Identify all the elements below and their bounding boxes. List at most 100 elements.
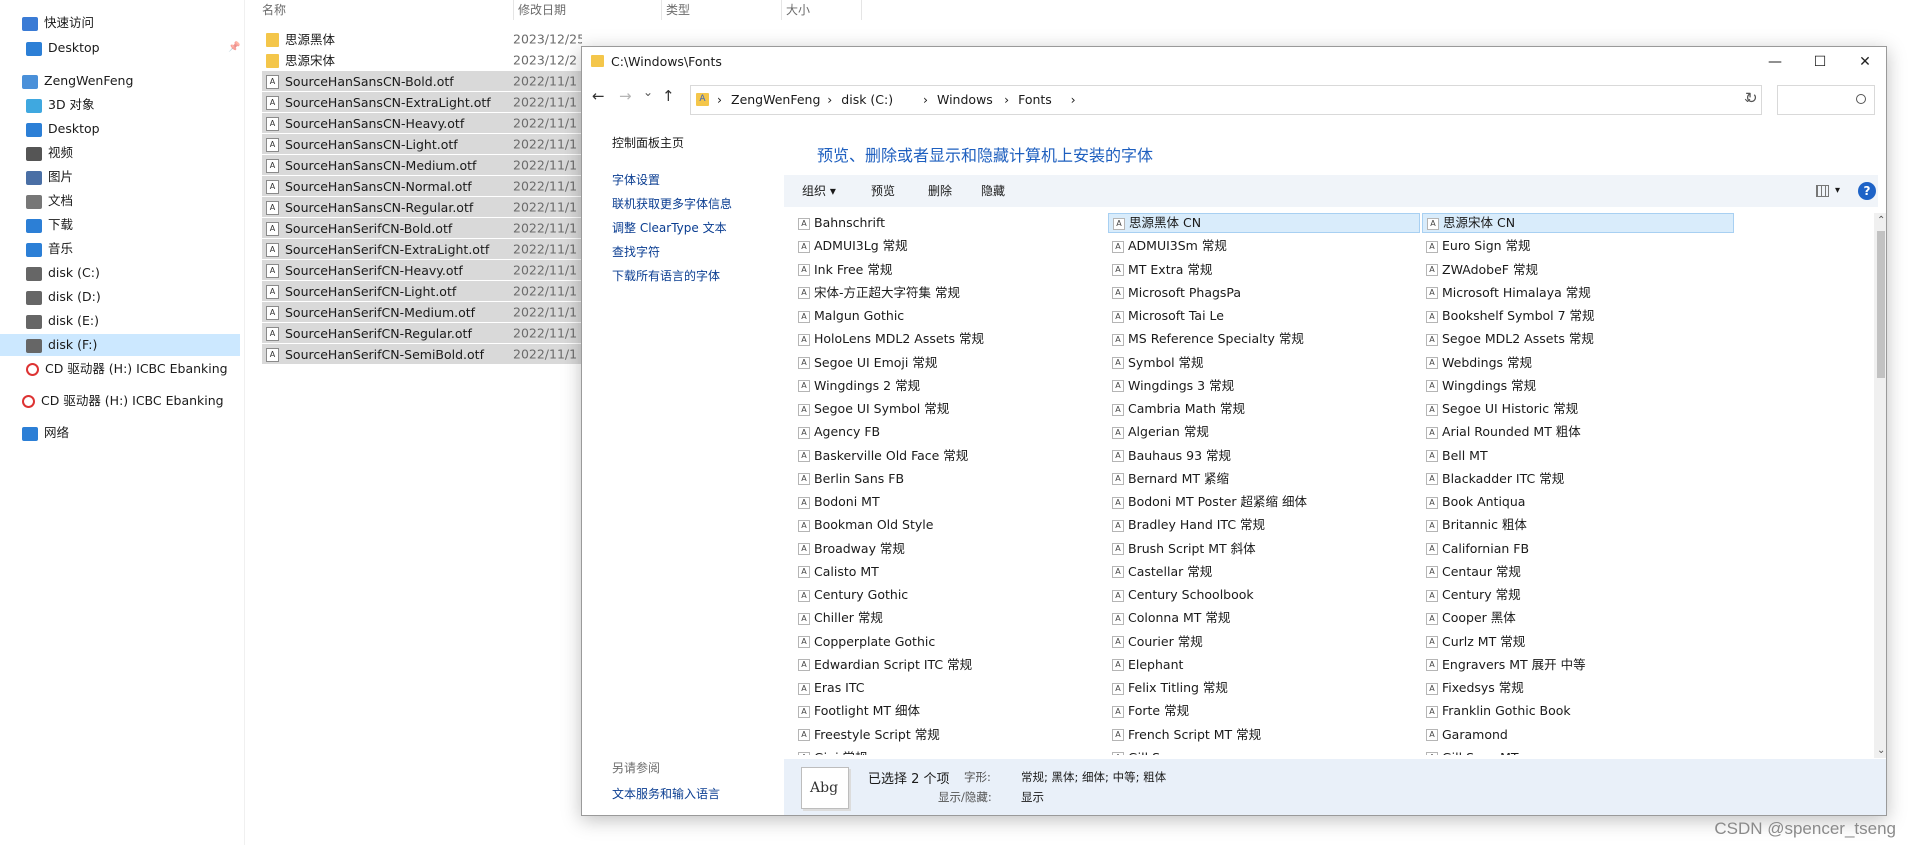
font-item[interactable]: A Segoe UI Historic 常规 <box>1422 399 1578 419</box>
nav-item[interactable]: disk (F:) <box>0 334 240 356</box>
font-item[interactable]: A Bookshelf Symbol 7 常规 <box>1422 306 1595 326</box>
font-item[interactable]: A Calisto MT <box>794 562 879 582</box>
nav-item[interactable]: CD 驱动器 (H:) ICBC Ebanking <box>22 390 224 412</box>
hide-button[interactable]: 隐藏 <box>981 175 1005 207</box>
font-item[interactable]: A Century Gothic <box>794 585 908 605</box>
font-item[interactable]: A Elephant <box>1108 655 1183 675</box>
column-header[interactable]: 类型 <box>662 0 782 20</box>
maximize-button[interactable]: ☐ <box>1797 47 1843 77</box>
nav-item[interactable]: 文档 <box>26 190 73 212</box>
file-row[interactable]: 思源黑体2023/12/25 星期一 9:...文件夹 <box>262 29 582 49</box>
sidebar-link[interactable]: 控制面板主页 <box>612 134 684 151</box>
font-item[interactable]: A Bradley Hand ITC 常规 <box>1108 515 1265 535</box>
font-item[interactable]: A Segoe UI Symbol 常规 <box>794 399 949 419</box>
font-item[interactable]: A Century Schoolbook <box>1108 585 1254 605</box>
font-item[interactable]: A Eras ITC <box>794 678 865 698</box>
sidebar-link[interactable]: 联机获取更多字体信息 <box>612 195 732 212</box>
breadcrumb-item[interactable]: Windows <box>937 86 993 114</box>
font-item[interactable]: A Bodoni MT <box>794 492 880 512</box>
search-box[interactable] <box>1777 85 1875 115</box>
nav-item[interactable]: 图片 <box>26 166 73 188</box>
file-row[interactable]: A SourceHanSansCN-Regular.otf 2022/11/1 <box>262 197 582 217</box>
font-item[interactable]: A Gill Sans <box>1108 748 1182 755</box>
font-item[interactable]: A Bookman Old Style <box>794 515 933 535</box>
scroll-down-icon[interactable]: ⌄ <box>1877 745 1885 756</box>
nav-item[interactable]: disk (E:) <box>26 310 99 332</box>
forward-arrow-icon[interactable]: → <box>619 87 632 105</box>
file-row[interactable]: A SourceHanSansCN-Medium.otf 2022/11/1 <box>262 155 582 175</box>
file-row[interactable]: A SourceHanSerifCN-Regular.otf 2022/11/1 <box>262 323 582 343</box>
font-item[interactable]: A Felix Titling 常规 <box>1108 678 1228 698</box>
refresh-button[interactable]: ↻ <box>1745 89 1758 107</box>
font-item[interactable]: A Copperplate Gothic <box>794 632 935 652</box>
font-item[interactable]: A Gigi 常规 <box>794 748 868 755</box>
preview-button[interactable]: 预览 <box>871 175 895 207</box>
text-services-link[interactable]: 文本服务和输入语言 <box>612 785 720 802</box>
font-item[interactable]: A Cambria Math 常规 <box>1108 399 1245 419</box>
up-arrow-icon[interactable]: ↑ <box>662 87 675 105</box>
font-item[interactable]: A Wingdings 常规 <box>1422 376 1536 396</box>
column-header[interactable]: 修改日期 <box>514 0 662 20</box>
view-dropdown-icon[interactable]: ▾ <box>1835 175 1840 207</box>
font-item[interactable]: A Book Antiqua <box>1422 492 1525 512</box>
nav-item[interactable]: 3D 对象 <box>26 94 95 116</box>
sidebar-link[interactable]: 字体设置 <box>612 171 660 188</box>
font-item[interactable]: A 宋体-方正超大字符集 常规 <box>794 283 960 303</box>
minimize-button[interactable]: — <box>1752 47 1798 77</box>
font-item[interactable]: A Fixedsys 常规 <box>1422 678 1524 698</box>
address-bar[interactable]: A › ZengWenFeng › disk (C:) › Windows › Fonts › … <box>690 85 1762 115</box>
file-row[interactable]: A SourceHanSerifCN-Medium.otf 2022/11/1 <box>262 302 582 322</box>
font-item[interactable]: A Chiller 常规 <box>794 608 883 628</box>
nav-item[interactable]: 下载 <box>26 214 73 236</box>
sidebar-link[interactable]: 下载所有语言的字体 <box>612 267 720 284</box>
nav-item[interactable]: CD 驱动器 (H:) ICBC Ebanking <box>26 358 228 380</box>
font-item[interactable]: A Segoe UI Emoji 常规 <box>794 353 937 373</box>
font-item[interactable]: A Wingdings 3 常规 <box>1108 376 1234 396</box>
font-item[interactable]: A Berlin Sans FB <box>794 469 904 489</box>
nav-item[interactable]: 视频 <box>26 142 73 164</box>
column-header[interactable]: 名称 <box>258 0 514 20</box>
font-item[interactable]: A Freestyle Script 常规 <box>794 725 940 745</box>
help-icon[interactable]: ? <box>1858 182 1876 200</box>
sidebar-link[interactable]: 调整 ClearType 文本 <box>612 219 727 236</box>
organize-menu[interactable]: 组织 ▾ <box>802 175 836 207</box>
font-item[interactable]: A Webdings 常规 <box>1422 353 1532 373</box>
font-item[interactable]: A Bernard MT 紧缩 <box>1108 469 1229 489</box>
file-row[interactable]: A SourceHanSerifCN-Light.otf 2022/11/1 <box>262 281 582 301</box>
breadcrumb-separator-icon[interactable]: › <box>923 86 928 114</box>
font-item[interactable]: A Malgun Gothic <box>794 306 904 326</box>
font-item[interactable]: A Arial Rounded MT 粗体 <box>1422 422 1581 442</box>
font-item[interactable]: A Cooper 黑体 <box>1422 608 1516 628</box>
file-row[interactable]: A SourceHanSansCN-Heavy.otf 2022/11/1 <box>262 113 582 133</box>
breadcrumb-item[interactable]: Fonts <box>1018 86 1052 114</box>
breadcrumb-item[interactable]: disk (C:) <box>841 86 893 114</box>
font-item[interactable]: A MS Reference Specialty 常规 <box>1108 329 1304 349</box>
font-item[interactable]: A MT Extra 常规 <box>1108 260 1212 280</box>
pin-icon[interactable]: 📌 <box>228 37 240 59</box>
font-item[interactable]: A French Script MT 常规 <box>1108 725 1261 745</box>
font-item[interactable]: A Symbol 常规 <box>1108 353 1204 373</box>
font-item[interactable]: A Microsoft Tai Le <box>1108 306 1224 326</box>
column-header[interactable]: 大小 <box>782 0 862 20</box>
font-item[interactable]: A Gill Sans MT <box>1422 748 1519 755</box>
font-item[interactable]: A Curlz MT 常规 <box>1422 632 1525 652</box>
nav-item[interactable]: disk (C:) <box>26 262 100 284</box>
font-item[interactable]: A Franklin Gothic Book <box>1422 701 1571 721</box>
font-item[interactable]: A Microsoft Himalaya 常规 <box>1422 283 1591 303</box>
file-row[interactable]: A SourceHanSansCN-Light.otf 2022/11/1 <box>262 134 582 154</box>
file-row[interactable]: A SourceHanSerifCN-SemiBold.otf 2022/11/1 <box>262 344 582 364</box>
file-row[interactable]: A SourceHanSerifCN-Bold.otf 2022/11/1 <box>262 218 582 238</box>
font-item[interactable]: A Baskerville Old Face 常规 <box>794 446 968 466</box>
font-item[interactable]: A Segoe MDL2 Assets 常规 <box>1422 329 1594 349</box>
font-item[interactable]: A Bell MT <box>1422 446 1488 466</box>
file-row[interactable]: 思源宋体 2023/12/2 <box>262 50 582 70</box>
font-item[interactable]: A Californian FB <box>1422 539 1529 559</box>
breadcrumb-separator-icon[interactable]: › <box>717 86 722 114</box>
nav-item[interactable]: 音乐 <box>26 238 73 260</box>
scroll-thumb[interactable] <box>1877 231 1885 378</box>
font-item[interactable]: A Brush Script MT 斜体 <box>1108 539 1256 559</box>
nav-item[interactable]: Desktop <box>26 118 100 140</box>
font-item[interactable]: A Engravers MT 展开 中等 <box>1422 655 1586 675</box>
font-item[interactable]: A Courier 常规 <box>1108 632 1203 652</box>
font-item[interactable]: A Castellar 常规 <box>1108 562 1212 582</box>
